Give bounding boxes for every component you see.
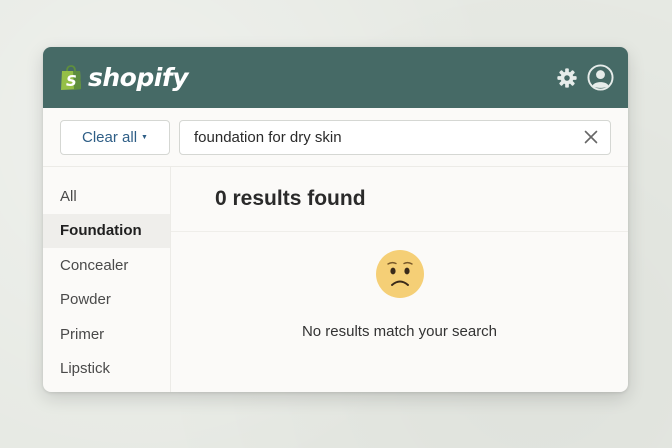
search-row: Clear all ▼ [43, 108, 628, 167]
clear-all-label: Clear all [82, 128, 138, 146]
top-bar: S shopify [43, 47, 628, 108]
sidebar-item-foundation[interactable]: Foundation [43, 213, 170, 248]
account-icon[interactable] [587, 64, 614, 91]
brand-name: shopify [88, 63, 189, 92]
sidebar-item-powder[interactable]: Powder [43, 283, 170, 318]
sidebar-item-lipstick[interactable]: Lipstick [43, 352, 170, 387]
empty-state: No results match your search [171, 232, 628, 340]
sidebar-item-all[interactable]: All [43, 179, 170, 214]
empty-message: No results match your search [301, 323, 498, 340]
search-field[interactable] [179, 119, 611, 155]
category-sidebar: All Foundation Concealer Powder Primer L… [43, 167, 171, 392]
gear-icon[interactable] [556, 67, 578, 89]
clear-all-button[interactable]: Clear all ▼ [60, 119, 170, 155]
svg-text:S: S [66, 72, 77, 90]
shopify-bag-icon: S [60, 64, 82, 91]
app-window: S shopify Clear all ▼ foundation for dry… [43, 47, 628, 392]
sad-face-icon [375, 249, 425, 304]
caret-down-icon: ▼ [141, 134, 148, 141]
content-area: All Foundation Concealer Powder Primer L… [43, 167, 628, 392]
shopify-logo[interactable]: S shopify [60, 63, 189, 92]
close-icon[interactable] [584, 130, 598, 144]
sidebar-item-primer[interactable]: Primer [43, 317, 170, 352]
results-count: 0 results found [171, 167, 628, 232]
sidebar-item-concealer[interactable]: Concealer [43, 248, 170, 283]
results-panel: 0 results found No results match your se… [171, 167, 628, 392]
search-input[interactable] [194, 128, 584, 146]
